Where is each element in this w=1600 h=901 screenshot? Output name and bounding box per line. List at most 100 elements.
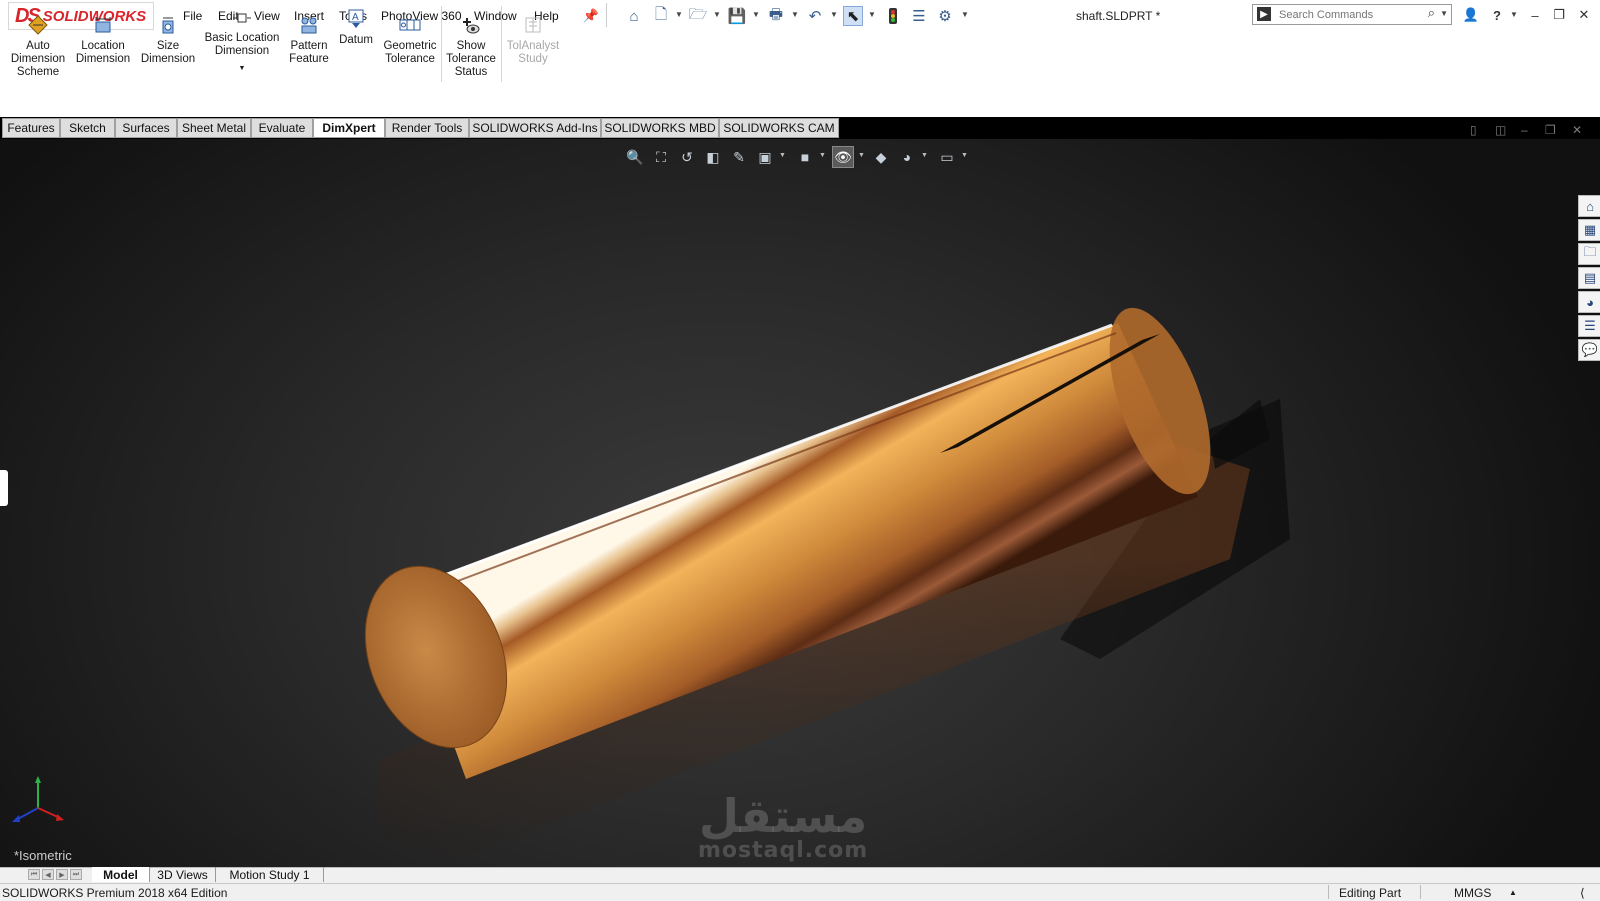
tab-evaluate[interactable]: Evaluate [251, 118, 313, 138]
view-settings-icon[interactable]: ▭ [936, 146, 958, 168]
tab-features[interactable]: Features [2, 118, 60, 138]
display-style-chevron-icon[interactable]: ▼ [819, 152, 826, 159]
section-view-icon[interactable]: ◧ [702, 146, 724, 168]
custom-properties-icon[interactable]: ☰ [1578, 315, 1600, 337]
apply-scene-chevron-icon[interactable]: ▼ [921, 152, 928, 159]
apply-scene-icon[interactable]: ◕ [896, 146, 918, 168]
view-settings-chevron-icon[interactable]: ▼ [961, 152, 968, 159]
viewport-close-icon[interactable]: ✕ [1572, 123, 1582, 137]
undo-dropdown-chevron-icon[interactable]: ▼ [830, 10, 838, 19]
help-question-icon[interactable]: ? [1486, 5, 1508, 25]
location-dimension-label: Location Dimension [75, 40, 131, 65]
search-input[interactable] [1279, 7, 1419, 22]
menu-separator [606, 3, 607, 27]
status-units[interactable]: MMGS [1454, 886, 1491, 900]
hide-show-items-icon[interactable]: 👁 [832, 146, 854, 168]
feature-manager-toggle[interactable] [0, 470, 8, 506]
dynamic-annotation-icon[interactable]: ✎ [728, 146, 750, 168]
datum-button[interactable]: A Datum [336, 2, 376, 47]
pattern-feature-button[interactable]: Pattern Feature [284, 2, 334, 66]
tab-solidworks-addins[interactable]: SOLIDWORKS Add-Ins [469, 118, 601, 138]
view-orientation-chevron-icon[interactable]: ▼ [779, 152, 786, 159]
document-title: shaft.SLDPRT * [1076, 9, 1161, 23]
tab-sketch[interactable]: Sketch [60, 118, 115, 138]
open-dropdown-chevron-icon[interactable]: ▼ [713, 10, 721, 19]
tab-solidworks-mbd[interactable]: SOLIDWORKS MBD [601, 118, 719, 138]
save-dropdown-chevron-icon[interactable]: ▼ [752, 10, 760, 19]
auto-dimension-scheme-button[interactable]: Auto Dimension Scheme [6, 2, 70, 79]
select-dropdown-chevron-icon[interactable]: ▼ [868, 10, 876, 19]
show-tolerance-status-label: Show Tolerance Status [446, 40, 496, 78]
auto-dimension-icon [27, 14, 49, 36]
edit-appearance-icon[interactable]: ◆ [870, 146, 892, 168]
tile-view-icon[interactable]: ◫ [1495, 123, 1506, 137]
search-dropdown-chevron-icon[interactable]: ▼ [1440, 9, 1448, 18]
search-box[interactable]: ▶ ⌕ ▼ [1252, 4, 1452, 25]
options-gear-icon[interactable]: ⚙ [935, 6, 955, 26]
units-chevron-up-icon[interactable]: ▲ [1509, 888, 1517, 897]
file-properties-icon[interactable]: ☰ [909, 6, 929, 26]
shaft-model[interactable] [0, 139, 1600, 867]
viewport-restore-icon[interactable]: ❐ [1545, 123, 1556, 137]
hide-show-chevron-icon[interactable]: ▼ [858, 152, 865, 159]
previous-view-icon[interactable]: ↺ [676, 146, 698, 168]
tolanalyst-study-button[interactable]: TolAnalyst Study [504, 2, 562, 66]
search-magnifier-icon[interactable]: ⌕ [1428, 5, 1435, 21]
next-tab-arrow-icon[interactable]: ▶ [56, 869, 68, 880]
view-orientation-icon[interactable]: ▣ [754, 146, 776, 168]
tab-sheet-metal[interactable]: Sheet Metal [177, 118, 251, 138]
basic-location-dimension-button[interactable]: Basic Location Dimension ▼ [204, 2, 280, 75]
split-view-icon[interactable]: ▯ [1470, 123, 1477, 137]
view-palette-icon[interactable]: ▤ [1578, 267, 1600, 289]
tab-solidworks-cam[interactable]: SOLIDWORKS CAM [719, 118, 839, 138]
basic-location-chevron-down-icon[interactable]: ▼ [239, 62, 246, 75]
status-expand-icon[interactable]: ⟨ [1580, 886, 1585, 900]
zoom-to-area-icon[interactable]: ⛶ [650, 146, 672, 168]
select-cursor-icon[interactable]: ⬉ [843, 6, 863, 26]
tab-3d-views[interactable]: 3D Views [150, 867, 216, 882]
size-dimension-button[interactable]: Size Dimension [138, 2, 198, 66]
home-icon[interactable]: ⌂ [624, 6, 644, 26]
status-divider [1328, 885, 1329, 899]
geometric-tolerance-button[interactable]: Geometric Tolerance [378, 2, 442, 66]
new-document-icon[interactable]: 🗋 [651, 6, 671, 26]
prev-tab-arrow-icon[interactable]: ◀ [42, 869, 54, 880]
viewport-minimize-icon[interactable]: – [1521, 123, 1528, 137]
forum-icon[interactable]: 💬 [1578, 339, 1600, 361]
show-tolerance-status-button[interactable]: Show Tolerance Status [444, 2, 498, 79]
restore-icon[interactable]: ❐ [1548, 5, 1570, 25]
tab-motion-study[interactable]: Motion Study 1 [216, 867, 324, 882]
display-style-icon[interactable]: ■ [794, 146, 816, 168]
graphics-viewport[interactable] [0, 139, 1600, 867]
save-icon[interactable]: 💾 [727, 6, 747, 26]
user-account-icon[interactable]: 👤 [1460, 5, 1482, 25]
first-tab-arrow-icon[interactable]: ⏮ [28, 869, 40, 880]
new-dropdown-chevron-icon[interactable]: ▼ [675, 10, 683, 19]
tab-render-tools[interactable]: Render Tools [385, 118, 469, 138]
file-explorer-icon[interactable]: 🗀 [1578, 243, 1600, 265]
appearances-icon[interactable]: ◕ [1578, 291, 1600, 313]
tab-surfaces[interactable]: Surfaces [115, 118, 177, 138]
last-tab-arrow-icon[interactable]: ⏭ [70, 869, 82, 880]
zoom-to-fit-icon[interactable]: 🔍 [624, 146, 646, 168]
view-orientation-label: *Isometric [14, 848, 72, 863]
print-icon[interactable]: 🖶 [766, 6, 786, 26]
options-dropdown-chevron-icon[interactable]: ▼ [961, 10, 969, 19]
size-dimension-glyph [162, 17, 174, 34]
close-icon[interactable]: ✕ [1573, 5, 1595, 25]
location-dimension-button[interactable]: Location Dimension [72, 2, 134, 66]
undo-icon[interactable]: ↶ [805, 6, 825, 26]
minimize-icon[interactable]: – [1524, 5, 1546, 25]
tolerance-status-glyph [463, 18, 480, 34]
basic-location-dimension-label: Basic Location Dimension [204, 32, 280, 57]
tab-model[interactable]: Model [92, 867, 150, 882]
solidworks-resources-icon[interactable]: ⌂ [1578, 195, 1600, 217]
rebuild-traffic-light-icon[interactable] [883, 6, 903, 26]
pin-icon[interactable]: 📌 [581, 6, 601, 26]
print-dropdown-chevron-icon[interactable]: ▼ [791, 10, 799, 19]
tab-dimxpert[interactable]: DimXpert [313, 118, 385, 138]
help-dropdown-chevron-icon[interactable]: ▼ [1510, 10, 1518, 19]
open-folder-icon[interactable]: 🗁 [688, 6, 708, 26]
watermark: مستقل mostaql.com [698, 792, 868, 862]
design-library-icon[interactable]: ▦ [1578, 219, 1600, 241]
